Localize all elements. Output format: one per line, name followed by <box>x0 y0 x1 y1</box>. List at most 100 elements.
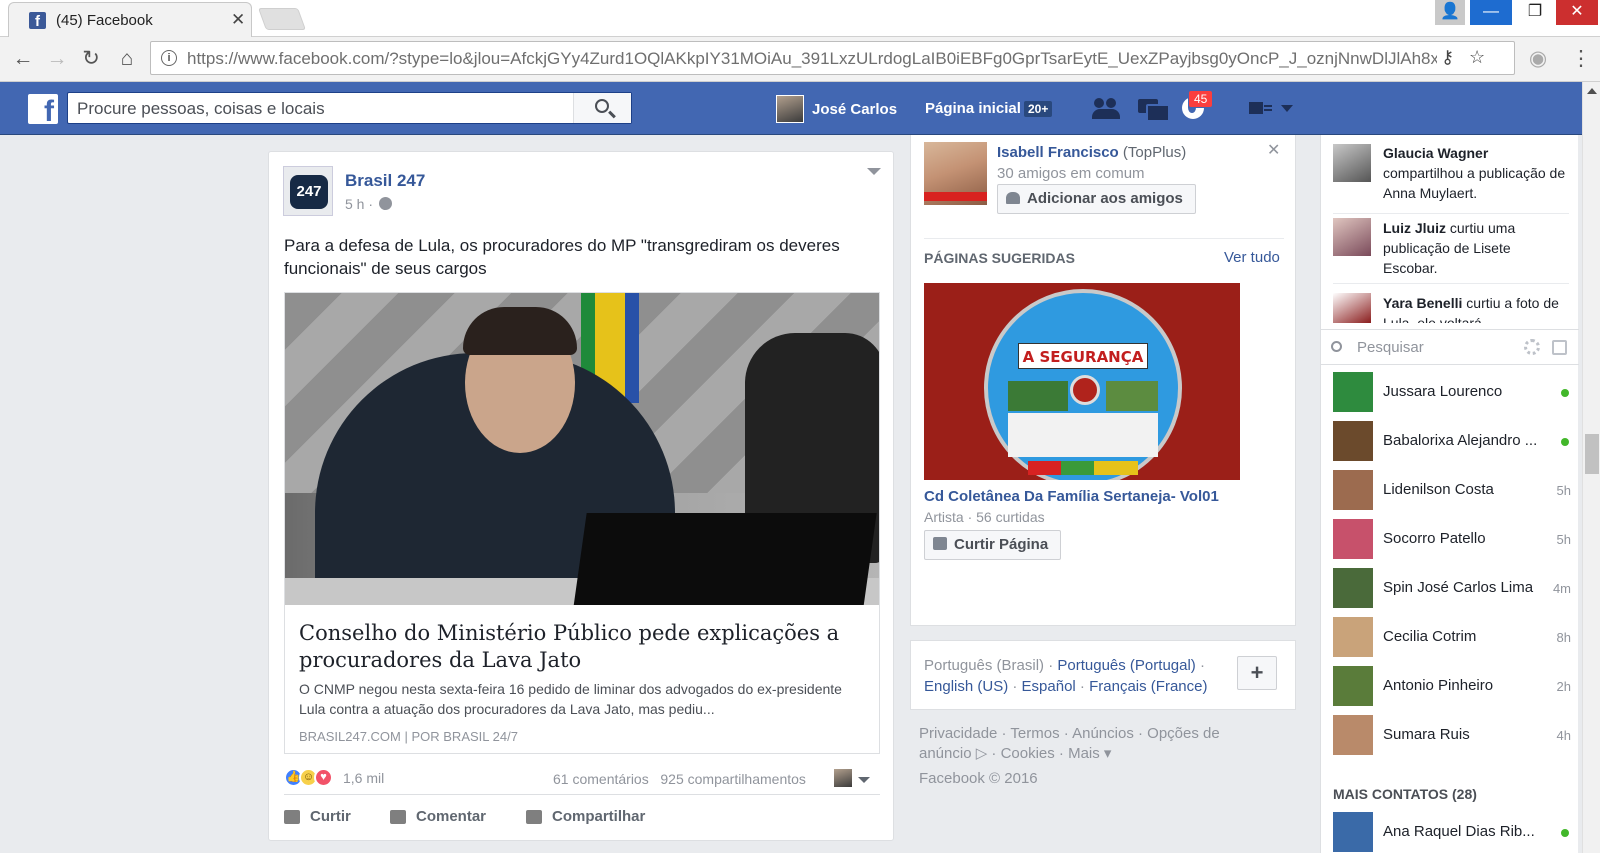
chat-search-input[interactable]: Pesquisar <box>1321 329 1579 365</box>
forward-icon[interactable]: → <box>44 46 70 72</box>
info-icon[interactable]: i <box>161 50 177 66</box>
reactions-summary[interactable]: 👍 ☺ ♥ 1,6 mil <box>284 768 384 787</box>
share-label: Compartilhar <box>552 808 646 825</box>
link-preview-image[interactable] <box>285 293 879 605</box>
more-languages-button[interactable]: + <box>1237 656 1277 690</box>
suggested-page-meta: Artista · 56 curtidas <box>924 509 1045 525</box>
suggested-friend-name[interactable]: Isabell Francisco (TopPlus) <box>997 144 1186 161</box>
search-button[interactable] <box>573 93 631 123</box>
add-friend-button[interactable]: Adicionar aos amigos <box>997 184 1196 214</box>
ticker-text: compartilhou a publicação de Anna Muylae… <box>1383 165 1566 201</box>
like-button[interactable]: Curtir <box>284 808 351 825</box>
language-link[interactable]: Español <box>1022 678 1076 695</box>
home-icon[interactable]: ⌂ <box>114 46 140 72</box>
scrollbar-thumb[interactable] <box>1585 434 1599 474</box>
compose-icon[interactable] <box>1552 340 1567 355</box>
contact-item[interactable]: Antonio Pinheiro 2h <box>1333 666 1573 706</box>
friend-requests-icon[interactable] <box>1092 94 1122 122</box>
messages-icon[interactable] <box>1137 94 1170 122</box>
ticker-item[interactable]: Luiz Jluiz curtiu uma publicação de Lise… <box>1383 218 1568 278</box>
ticker-name: Luiz Jluiz <box>1383 220 1446 236</box>
link-title[interactable]: Conselho do Ministério Público pede expl… <box>299 620 859 674</box>
close-window-button[interactable]: ✕ <box>1556 0 1598 25</box>
post-options-chevron-down-icon[interactable] <box>867 168 881 175</box>
contact-item[interactable]: Jussara Lourenco <box>1333 372 1573 412</box>
cd-hole <box>1070 375 1100 405</box>
like-page-button[interactable]: Curtir Página <box>924 530 1062 560</box>
contact-item[interactable]: Spin José Carlos Lima 4m <box>1333 568 1573 608</box>
public-globe-icon <box>379 197 393 210</box>
ticker-item[interactable]: Glaucia Wagner compartilhou a publicação… <box>1383 143 1568 203</box>
key-icon[interactable]: ⚷ <box>1441 47 1454 68</box>
cd-disc-image: A SEGURANÇA <box>984 289 1182 480</box>
menu-icon[interactable]: ⋮ <box>1568 46 1594 72</box>
extension-icon[interactable]: ◉ <box>1525 46 1551 72</box>
star-icon[interactable]: ☆ <box>1469 47 1485 68</box>
tab-close-icon[interactable]: ✕ <box>231 10 245 30</box>
language-link[interactable]: Français (France) <box>1089 678 1207 695</box>
close-icon[interactable]: ✕ <box>1267 140 1280 160</box>
footer-links[interactable]: Privacidade · Termos · Anúncios · Opções… <box>919 724 1249 764</box>
suggested-page-name[interactable]: Cd Coletânea Da Família Sertaneja- Vol01 <box>924 488 1219 505</box>
home-link[interactable]: Página inicial <box>925 100 1021 117</box>
contact-item[interactable]: Cecilia Cotrim 8h <box>1333 617 1573 657</box>
scroll-up-arrow-icon[interactable] <box>1587 88 1597 94</box>
facebook-logo-icon[interactable]: f <box>28 94 58 124</box>
avatar <box>1333 666 1373 706</box>
browser-tab[interactable]: f (45) Facebook ✕ <box>8 2 252 37</box>
back-icon[interactable]: ← <box>10 46 36 72</box>
profile-link[interactable]: José Carlos <box>776 94 897 124</box>
gear-icon[interactable] <box>1524 339 1540 355</box>
contact-name: Lidenilson Costa <box>1383 481 1494 498</box>
avatar[interactable] <box>1333 293 1371 323</box>
avatar[interactable] <box>834 769 852 787</box>
link-preview[interactable]: Conselho do Ministério Público pede expl… <box>284 292 880 754</box>
contact-item[interactable]: Sumara Ruis 4h <box>1333 715 1573 755</box>
contact-item[interactable]: Babalorixa Alejandro ... <box>1333 421 1573 461</box>
url-host: https://www.facebook.com <box>187 49 385 68</box>
current-language: Português (Brasil) · <box>924 657 1054 674</box>
more-contacts-header: MAIS CONTATOS (28) <box>1333 786 1477 802</box>
image-hair <box>463 307 577 355</box>
online-status-icon <box>1561 389 1569 397</box>
shares-count[interactable]: 925 compartilhamentos <box>660 771 806 787</box>
new-tab-button[interactable] <box>257 8 307 30</box>
like-page-label: Curtir Página <box>954 536 1049 553</box>
comments-count[interactable]: 61 comentários <box>553 771 649 787</box>
share-button[interactable]: Compartilhar <box>526 808 645 825</box>
contact-item[interactable]: Ana Raquel Dias Rib... <box>1333 812 1573 852</box>
contact-item[interactable]: Socorro Patello 5h <box>1333 519 1573 559</box>
suggested-friend-avatar[interactable] <box>924 142 987 205</box>
cd-label: A SEGURANÇA <box>1018 343 1148 369</box>
contact-name: Jussara Lourenco <box>1383 383 1503 400</box>
user-profile-icon[interactable]: 👤 <box>1435 0 1465 25</box>
maximize-button[interactable]: ❐ <box>1514 0 1556 25</box>
see-all-link[interactable]: Ver tudo <box>1224 249 1280 266</box>
avatar[interactable] <box>1333 218 1371 256</box>
mutual-friends[interactable]: 30 amigos em comum <box>997 165 1145 182</box>
url-text[interactable]: https://www.facebook.com/?stype=lo&jlou=… <box>187 49 1437 69</box>
page-avatar[interactable]: 247 <box>283 166 333 216</box>
post-author-link[interactable]: Brasil 247 <box>345 171 425 191</box>
chat-search-placeholder: Pesquisar <box>1357 339 1424 356</box>
contact-name: Babalorixa Alejandro ... <box>1383 432 1538 449</box>
page-scrollbar[interactable] <box>1582 82 1600 853</box>
language-link[interactable]: Português (Portugal) <box>1057 657 1195 674</box>
contact-item[interactable]: Lidenilson Costa 5h <box>1333 470 1573 510</box>
post-stats: 61 comentários 925 compartilhamentos <box>553 771 806 787</box>
search-input[interactable]: Procure pessoas, coisas e locais <box>67 92 632 124</box>
avatar[interactable] <box>1333 144 1371 182</box>
love-reaction-icon: ♥ <box>314 768 333 787</box>
last-active: 8h <box>1556 630 1571 645</box>
language-link[interactable]: English (US) <box>924 678 1008 695</box>
ticker-item[interactable]: Yara Benelli curtiu a foto de Lula, ele … <box>1383 293 1568 323</box>
account-menu-chevron-down-icon[interactable] <box>1281 105 1293 112</box>
privacy-shortcuts-icon[interactable] <box>1245 94 1275 122</box>
post-timestamp[interactable]: 5 h · <box>345 196 393 212</box>
suggested-page-image[interactable]: A SEGURANÇA <box>924 283 1240 480</box>
address-bar[interactable]: i https://www.facebook.com/?stype=lo&jlo… <box>150 41 1515 75</box>
chevron-down-icon[interactable] <box>858 777 870 783</box>
minimize-button[interactable]: — <box>1470 0 1512 25</box>
comment-button[interactable]: Comentar <box>390 808 486 825</box>
reload-icon[interactable]: ↻ <box>78 46 104 72</box>
